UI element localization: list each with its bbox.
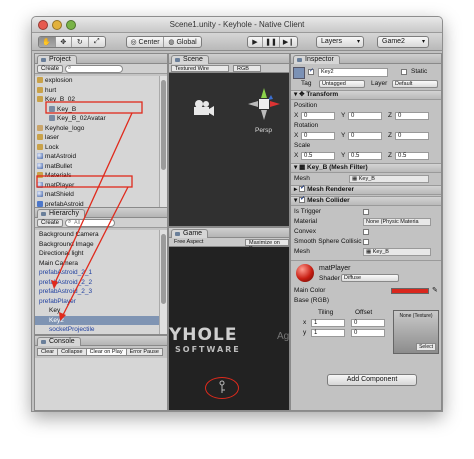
annotation-overlay [36, 101, 143, 321]
annotation-arrowhead-material [59, 312, 66, 321]
annotation-arrow-material [61, 186, 129, 318]
annotation-arrowhead-mesh [51, 280, 58, 289]
unity-editor-window: Scene1.unity - Keyhole - Native Client ✋… [31, 16, 443, 412]
annotation-box-key-b [45, 101, 143, 114]
annotation-box-matplayer [36, 175, 133, 188]
annotation-arrow-mesh [53, 112, 133, 286]
